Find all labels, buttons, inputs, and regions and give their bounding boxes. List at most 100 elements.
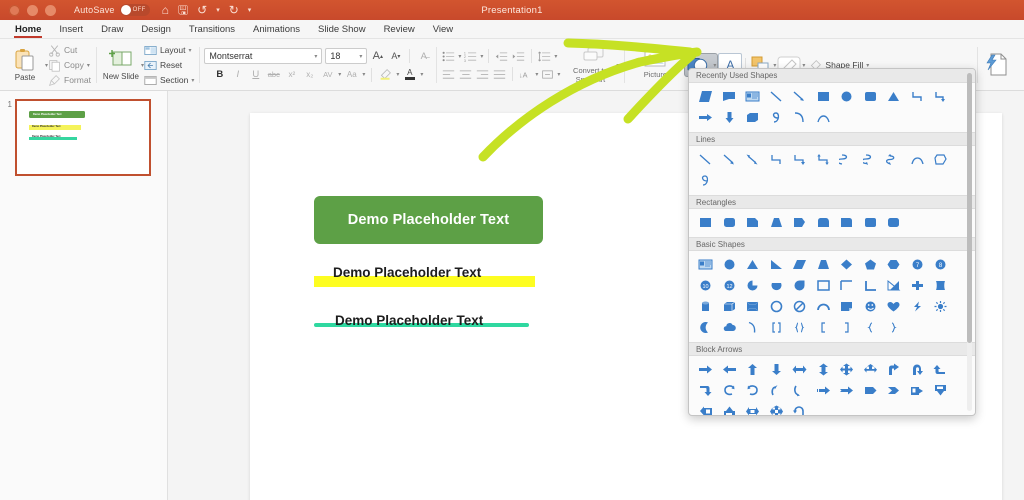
font-size-dropdown-icon[interactable]: ▾ [359, 53, 362, 60]
shape-diamond[interactable] [835, 254, 859, 275]
shape-diagonal-stripe[interactable] [882, 275, 906, 296]
shape-snip-round-corner[interactable] [812, 212, 836, 233]
shape-text-box[interactable] [694, 254, 718, 275]
shape-round-single-corner[interactable] [835, 212, 859, 233]
text-direction-dropdown-icon[interactable]: ▾ [535, 71, 538, 78]
shape-circular-arrow[interactable] [788, 401, 812, 415]
shapes-panel-scrollbar-thumb[interactable] [967, 73, 972, 343]
shape-oval[interactable] [835, 86, 859, 107]
shape-octagon[interactable]: 8 [929, 254, 953, 275]
shape-heart[interactable] [882, 296, 906, 317]
line-spacing-dropdown-icon[interactable]: ▾ [554, 53, 557, 60]
clear-formatting-button[interactable]: A̶ [416, 49, 431, 64]
shape-rectangle[interactable] [812, 86, 836, 107]
shape-rounded-rectangle[interactable] [859, 86, 883, 107]
shape-curved-connector[interactable] [835, 149, 859, 170]
shape-smiley-face[interactable] [859, 296, 883, 317]
shape-bent-arrow-up[interactable] [882, 359, 906, 380]
character-spacing-button[interactable]: AV [320, 67, 335, 82]
shape-down-arrow[interactable] [718, 107, 742, 128]
shape-cube[interactable] [741, 107, 765, 128]
tab-insert[interactable]: Insert [50, 20, 92, 39]
bold-button[interactable]: B [212, 67, 227, 82]
shape-u-turn-arrow[interactable] [906, 359, 930, 380]
tab-design[interactable]: Design [132, 20, 180, 39]
convert-to-smartart-button[interactable]: Convert to SmartArt [564, 41, 616, 89]
italic-button[interactable]: I [230, 67, 245, 82]
shape-teardrop[interactable] [788, 275, 812, 296]
shape-up-arrow-callout[interactable] [718, 401, 742, 415]
shape-frame[interactable] [812, 275, 836, 296]
shape-parallelogram-basic[interactable] [788, 254, 812, 275]
slides-thumbnail-panel[interactable]: 1 Demo Placeholder Text Demo Placeholder… [0, 91, 168, 500]
shape-block-arc[interactable] [812, 296, 836, 317]
paste-button[interactable]: Paste [5, 41, 45, 89]
shape-right-bracket[interactable] [835, 317, 859, 338]
shape-left-bracket-pair[interactable] [765, 317, 789, 338]
underline-button[interactable]: U [248, 67, 263, 82]
shape-left-right-arrow[interactable] [788, 359, 812, 380]
slide-object-highlighted-text[interactable]: Demo Placeholder Text [314, 265, 535, 287]
align-center-button[interactable] [458, 67, 473, 81]
slide-thumbnail-1[interactable]: Demo Placeholder Text Demo Placeholder T… [15, 99, 151, 176]
shape-rect-plain[interactable] [694, 212, 718, 233]
shape-triangle-basic[interactable] [741, 254, 765, 275]
shape-chevron-arrow[interactable] [882, 380, 906, 401]
shape-elbow-double-arrow[interactable] [812, 149, 836, 170]
shape-snip-same-side[interactable] [765, 212, 789, 233]
tab-draw[interactable]: Draw [92, 20, 132, 39]
shape-triangle[interactable] [882, 86, 906, 107]
slide-object-green-box[interactable]: Demo Placeholder Text [314, 196, 543, 244]
superscript-button[interactable]: x² [284, 67, 299, 82]
shape-sun[interactable] [929, 296, 953, 317]
change-case-button[interactable]: Aa [344, 67, 359, 82]
section-dropdown-icon[interactable]: ▾ [191, 77, 194, 84]
shape-bent-right-arrow[interactable] [694, 380, 718, 401]
shapes-dropdown-panel[interactable]: Recently Used Shapes Lines Rectangles Ba… [688, 68, 976, 416]
shape-chord[interactable] [765, 275, 789, 296]
shape-left-brace-pair[interactable] [788, 317, 812, 338]
shape-block-up-arrow[interactable] [741, 359, 765, 380]
highlight-dropdown-icon[interactable]: ▾ [396, 71, 399, 78]
shape-arc[interactable] [788, 107, 812, 128]
increase-indent-button[interactable] [511, 49, 526, 63]
shape-notched-right-arrow[interactable] [835, 380, 859, 401]
copy-dropdown-icon[interactable]: ▾ [87, 62, 90, 69]
cut-button[interactable]: Cut [48, 44, 91, 57]
shape-right-triangle[interactable] [765, 254, 789, 275]
font-color-dropdown-icon[interactable]: ▾ [420, 71, 423, 78]
shape-block-left-arrow[interactable] [718, 359, 742, 380]
grow-font-button[interactable]: A ▴ [370, 49, 385, 64]
shape-right-brace[interactable] [882, 317, 906, 338]
shape-elbow[interactable] [765, 149, 789, 170]
shape-dodecagon[interactable]: 12 [718, 275, 742, 296]
shape-curve-loop[interactable] [765, 107, 789, 128]
shape-tri-way-arrow[interactable] [859, 359, 883, 380]
picture-button[interactable]: Picture [629, 41, 681, 89]
shape-pentagon[interactable] [859, 254, 883, 275]
shape-line-plain[interactable] [694, 149, 718, 170]
shape-trapezoid[interactable] [812, 254, 836, 275]
shape-curved-double-arrow[interactable] [882, 149, 906, 170]
designer-button[interactable] [982, 50, 1010, 80]
shape-curved-arrow[interactable] [859, 149, 883, 170]
shape-heptagon[interactable]: 7 [906, 254, 930, 275]
tab-home[interactable]: Home [6, 20, 50, 39]
shape-quad-arrow-callout[interactable] [765, 401, 789, 415]
shape-round-same-side[interactable] [859, 212, 883, 233]
shape-pentagon-arrow[interactable] [859, 380, 883, 401]
justify-button[interactable] [492, 67, 507, 81]
shape-elbow-connector[interactable] [906, 86, 930, 107]
tab-animations[interactable]: Animations [244, 20, 309, 39]
shape-freeform[interactable] [929, 149, 953, 170]
shape-lightning-bolt[interactable] [906, 296, 930, 317]
shape-line-arrow[interactable] [788, 86, 812, 107]
shape-left-arrow-callout[interactable] [694, 401, 718, 415]
format-painter-button[interactable]: Format [48, 74, 91, 87]
shape-bevel[interactable] [741, 296, 765, 317]
tab-transitions[interactable]: Transitions [180, 20, 244, 39]
bullets-dropdown-icon[interactable]: ▾ [458, 53, 461, 60]
shape-block-down-arrow[interactable] [765, 359, 789, 380]
character-spacing-dropdown-icon[interactable]: ▾ [338, 71, 341, 78]
shape-cube-basic[interactable] [718, 296, 742, 317]
